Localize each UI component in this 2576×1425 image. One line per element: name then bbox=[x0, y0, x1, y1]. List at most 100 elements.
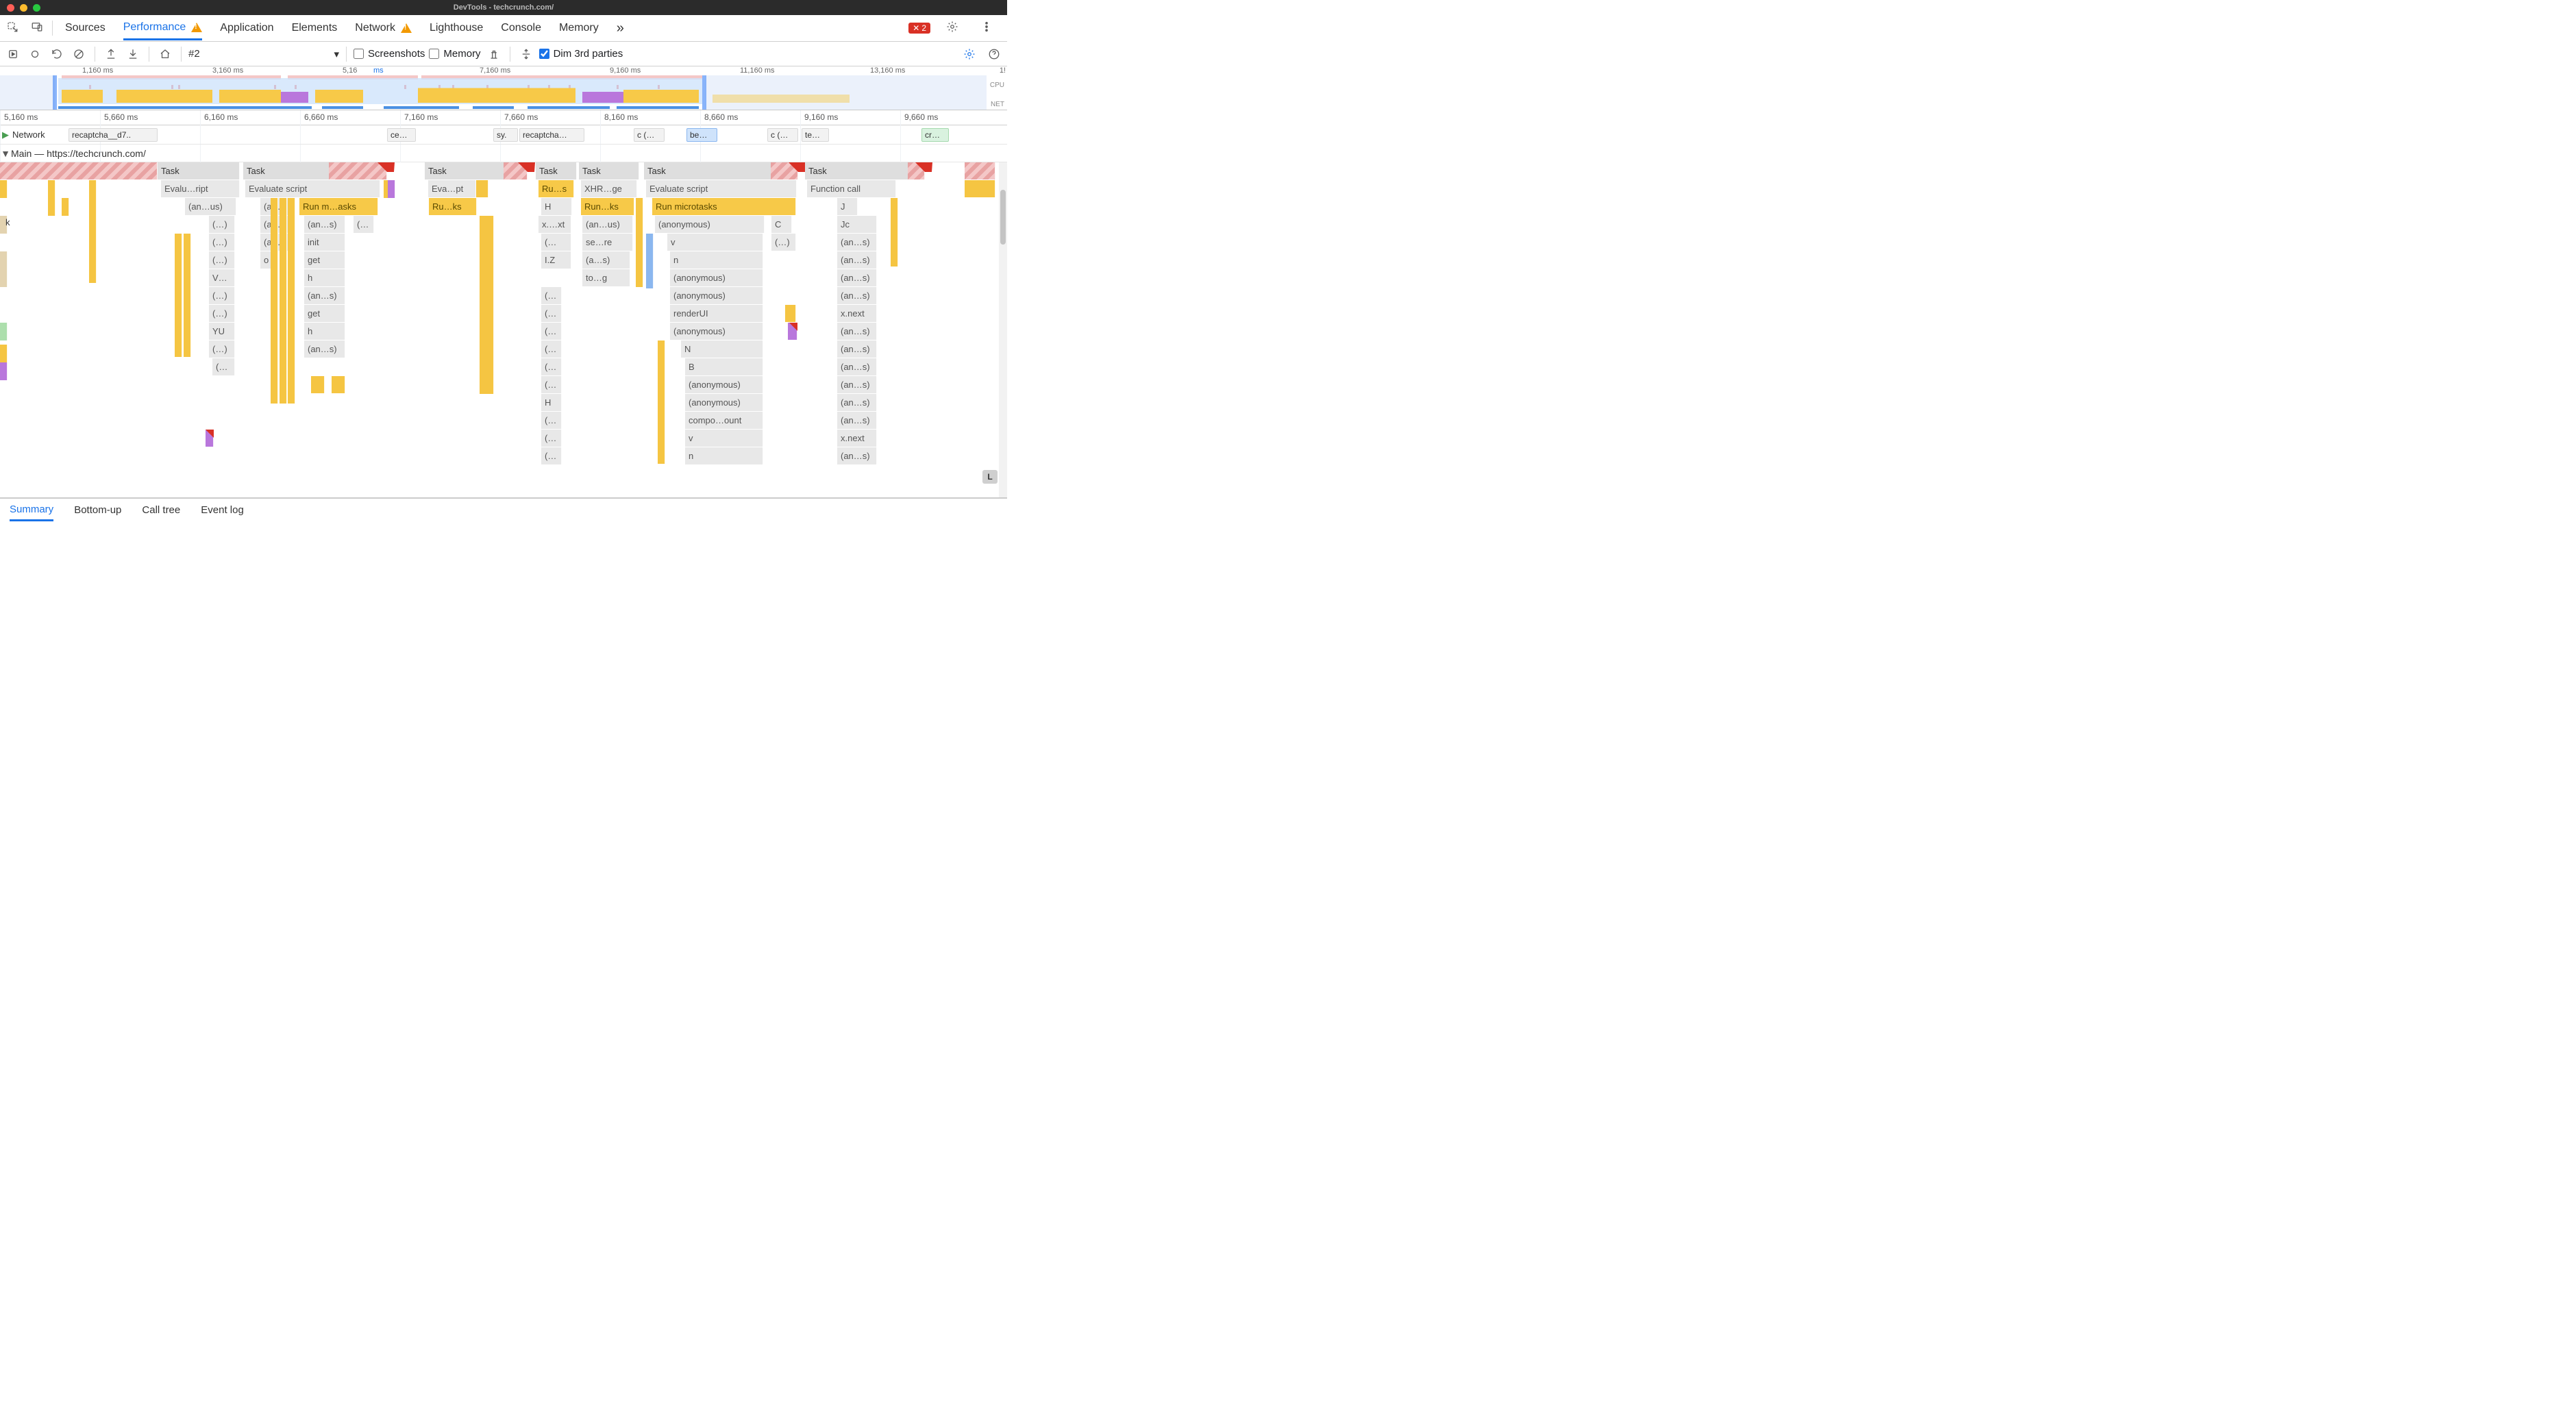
flame-frame[interactable]: n bbox=[685, 447, 763, 464]
flame-frame[interactable]: (an…s) bbox=[837, 394, 877, 411]
flame-frame[interactable] bbox=[965, 180, 995, 197]
scrollbar-thumb[interactable] bbox=[1000, 190, 1006, 245]
flame-frame[interactable]: (…) bbox=[771, 234, 796, 251]
capture-settings-icon[interactable] bbox=[961, 45, 978, 63]
network-request[interactable]: recaptcha__d7.. bbox=[69, 128, 158, 142]
flame-frame[interactable]: I.Z bbox=[541, 251, 571, 269]
flame-task[interactable]: Task bbox=[158, 162, 240, 179]
dim-input[interactable] bbox=[539, 49, 549, 59]
flame-frame[interactable]: J bbox=[837, 198, 858, 215]
flame-frame[interactable]: se…re bbox=[582, 234, 633, 251]
network-request[interactable]: ce… bbox=[387, 128, 416, 142]
flame-frame[interactable]: (an…us) bbox=[185, 198, 236, 215]
flame-frame[interactable]: (an…s) bbox=[304, 216, 345, 233]
tab-elements[interactable]: Elements bbox=[292, 16, 338, 40]
network-request[interactable]: cr… bbox=[921, 128, 949, 142]
flame-frame[interactable]: (an…s) bbox=[837, 412, 877, 429]
flame-frame[interactable]: (… bbox=[541, 376, 562, 393]
flame-frame[interactable]: (…) bbox=[209, 340, 235, 358]
flame-frame[interactable]: x.…xt bbox=[538, 216, 571, 233]
flame-frame[interactable]: compo…ount bbox=[685, 412, 763, 429]
overview-handle-right[interactable] bbox=[702, 75, 706, 110]
home-icon[interactable] bbox=[156, 45, 174, 63]
flame-frame[interactable]: renderUI bbox=[670, 305, 763, 322]
flame-frame[interactable]: (anonymous) bbox=[670, 323, 763, 340]
flame-frame[interactable]: x.next bbox=[837, 430, 877, 447]
network-request[interactable]: c (… bbox=[634, 128, 665, 142]
tab-performance[interactable]: Performance bbox=[123, 16, 203, 40]
detail-time-ruler[interactable]: 5,160 ms 5,660 ms 6,160 ms 6,660 ms 7,16… bbox=[0, 110, 1007, 125]
flame-frame[interactable]: (an…s) bbox=[304, 340, 345, 358]
network-request[interactable]: sy. bbox=[493, 128, 518, 142]
flame-frame[interactable]: (an…s) bbox=[837, 340, 877, 358]
flame-task[interactable] bbox=[965, 162, 995, 179]
upload-profile-icon[interactable] bbox=[102, 45, 120, 63]
record-icon[interactable] bbox=[26, 45, 44, 63]
flame-frame[interactable]: (… bbox=[541, 412, 562, 429]
flame-frame[interactable]: h bbox=[304, 269, 345, 286]
flame-task[interactable]: Task bbox=[536, 162, 577, 179]
flame-frame[interactable]: C bbox=[771, 216, 792, 233]
inspect-element-icon[interactable] bbox=[0, 21, 25, 36]
flame-frame[interactable] bbox=[785, 305, 796, 322]
timeline-overview[interactable]: 1,160 ms 3,160 ms 5,16 ms 7,160 ms 9,160… bbox=[0, 66, 1007, 110]
flame-frame[interactable]: (an…s) bbox=[837, 376, 877, 393]
kebab-menu-icon[interactable] bbox=[974, 21, 999, 36]
flame-frame[interactable]: YU bbox=[209, 323, 235, 340]
tab-memory[interactable]: Memory bbox=[559, 16, 599, 40]
flame-frame[interactable]: (anonymous) bbox=[670, 287, 763, 304]
flame-task[interactable]: Task bbox=[805, 162, 925, 179]
flame-frame[interactable]: (an…s) bbox=[837, 287, 877, 304]
flame-frame[interactable]: (… bbox=[541, 430, 562, 447]
tab-sources[interactable]: Sources bbox=[65, 16, 106, 40]
network-request[interactable]: c (… bbox=[767, 128, 798, 142]
flame-frame[interactable]: (… bbox=[212, 358, 235, 375]
flame-frame[interactable]: (…) bbox=[209, 287, 235, 304]
screenshots-input[interactable] bbox=[354, 49, 364, 59]
overview-body[interactable] bbox=[0, 75, 987, 110]
collapse-icon[interactable] bbox=[517, 45, 535, 63]
flame-frame[interactable]: Eva…pt bbox=[428, 180, 476, 197]
flame-task[interactable] bbox=[0, 162, 158, 179]
flame-frame[interactable]: Function call bbox=[807, 180, 896, 197]
flame-frame[interactable]: (… bbox=[541, 358, 562, 375]
flame-frame[interactable]: (…) bbox=[209, 251, 235, 269]
flame-frame[interactable]: Run microtasks bbox=[652, 198, 796, 215]
flame-frame[interactable]: (anonymous) bbox=[685, 394, 763, 411]
memory-checkbox[interactable]: Memory bbox=[429, 48, 480, 60]
flame-frame[interactable] bbox=[476, 180, 488, 197]
recording-selector[interactable]: #2 ▾ bbox=[188, 48, 339, 60]
flame-frame[interactable]: v bbox=[667, 234, 763, 251]
help-icon[interactable] bbox=[985, 45, 1003, 63]
flame-frame[interactable]: (… bbox=[541, 340, 562, 358]
flame-frame[interactable]: (an…s) bbox=[837, 234, 877, 251]
flame-frame[interactable]: v bbox=[685, 430, 763, 447]
flame-frame[interactable]: to…g bbox=[582, 269, 630, 286]
device-toolbar-icon[interactable] bbox=[25, 21, 49, 36]
btab-calltree[interactable]: Call tree bbox=[142, 500, 180, 520]
flame-frame[interactable]: (…) bbox=[209, 234, 235, 251]
flame-frame[interactable]: (anonymous) bbox=[670, 269, 763, 286]
flame-frame[interactable]: (an…s) bbox=[837, 269, 877, 286]
flame-frame[interactable]: Evalu…ript bbox=[161, 180, 240, 197]
flame-frame[interactable]: x.next bbox=[837, 305, 877, 322]
tab-console[interactable]: Console bbox=[501, 16, 541, 40]
flame-frame[interactable]: get bbox=[304, 251, 345, 269]
flame-frame[interactable]: (… bbox=[541, 323, 562, 340]
flame-frame[interactable]: init bbox=[304, 234, 345, 251]
flame-frame[interactable]: (an…s) bbox=[837, 323, 877, 340]
flame-chart[interactable]: k TaskTaskTaskTaskTaskTaskTask Evalu…rip… bbox=[0, 162, 1007, 498]
errors-badge[interactable]: ✕ 2 bbox=[908, 23, 930, 34]
flame-frame[interactable]: Ru…s bbox=[538, 180, 574, 197]
clear-icon[interactable] bbox=[70, 45, 88, 63]
flame-task[interactable]: Task bbox=[579, 162, 639, 179]
dim-3rd-parties-checkbox[interactable]: Dim 3rd parties bbox=[539, 48, 623, 60]
flame-frame[interactable]: (anonymous) bbox=[685, 376, 763, 393]
network-request[interactable]: be… bbox=[686, 128, 717, 142]
more-tabs-icon[interactable]: » bbox=[617, 16, 624, 40]
flame-frame[interactable]: (… bbox=[541, 287, 562, 304]
flame-frame[interactable]: h bbox=[304, 323, 345, 340]
main-thread-header[interactable]: ▼ Main — https://techcrunch.com/ bbox=[0, 145, 1007, 162]
lane-expand-icon[interactable]: ▶ bbox=[0, 129, 11, 140]
floating-badge[interactable]: L bbox=[982, 470, 998, 484]
